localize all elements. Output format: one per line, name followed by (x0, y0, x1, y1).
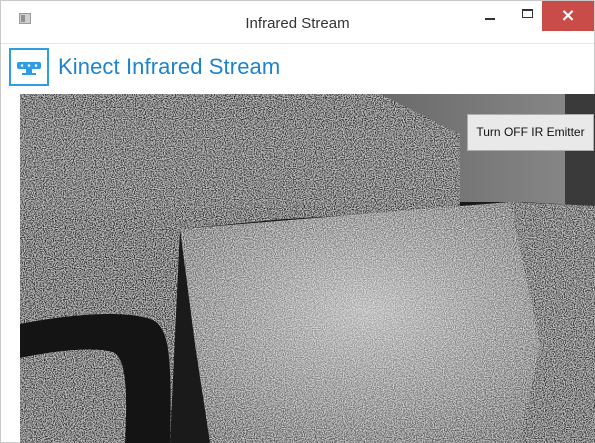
maximize-button[interactable] (516, 1, 540, 31)
toggle-ir-emitter-button[interactable]: Turn OFF IR Emitter (467, 114, 594, 151)
app-window: Infrared Stream × Kinect Infrared Stream (0, 0, 595, 443)
window-title: Infrared Stream (245, 15, 350, 32)
app-header: Kinect Infrared Stream (1, 44, 594, 94)
close-icon: × (560, 5, 576, 26)
app-title: Kinect Infrared Stream (58, 54, 281, 79)
minimize-button[interactable] (478, 1, 502, 31)
title-bar: Infrared Stream × (1, 1, 594, 44)
infrared-stream-view: Turn OFF IR Emitter (20, 94, 595, 443)
kinect-sensor-icon (9, 48, 49, 86)
close-button[interactable]: × (542, 1, 594, 31)
